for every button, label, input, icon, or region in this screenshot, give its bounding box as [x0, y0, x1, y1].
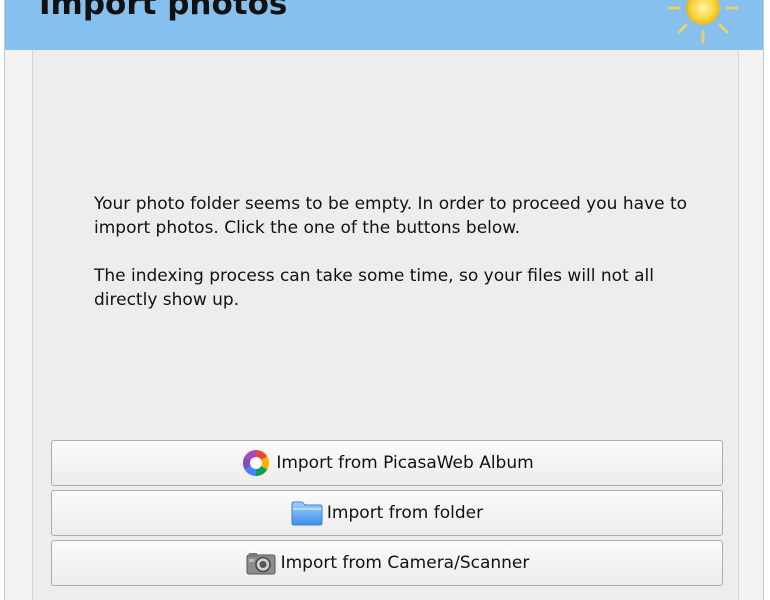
- import-camera-scanner-button[interactable]: Import from Camera/Scanner: [51, 540, 723, 586]
- import-photos-window: Import photos Your photo folder seems to…: [4, 0, 764, 600]
- header-bar: Import photos: [5, 0, 763, 50]
- picasa-icon: [240, 447, 272, 479]
- import-picasaweb-button[interactable]: Import from PicasaWeb Album: [51, 440, 723, 486]
- folder-icon: [291, 497, 323, 529]
- import-picasaweb-label: Import from PicasaWeb Album: [276, 453, 534, 473]
- message-line-2: The indexing process can take some time,…: [94, 266, 655, 310]
- message-line-1: Your photo folder seems to be empty. In …: [94, 194, 688, 238]
- page-title: Import photos: [39, 0, 288, 22]
- import-camera-scanner-label: Import from Camera/Scanner: [280, 553, 530, 573]
- import-folder-label: Import from folder: [326, 503, 484, 523]
- content-panel: Your photo folder seems to be empty. In …: [32, 50, 739, 600]
- sun-icon: [667, 0, 739, 44]
- import-folder-button[interactable]: Import from folder: [51, 490, 723, 536]
- camera-icon: [245, 547, 277, 579]
- empty-folder-message: Your photo folder seems to be empty. In …: [94, 192, 694, 336]
